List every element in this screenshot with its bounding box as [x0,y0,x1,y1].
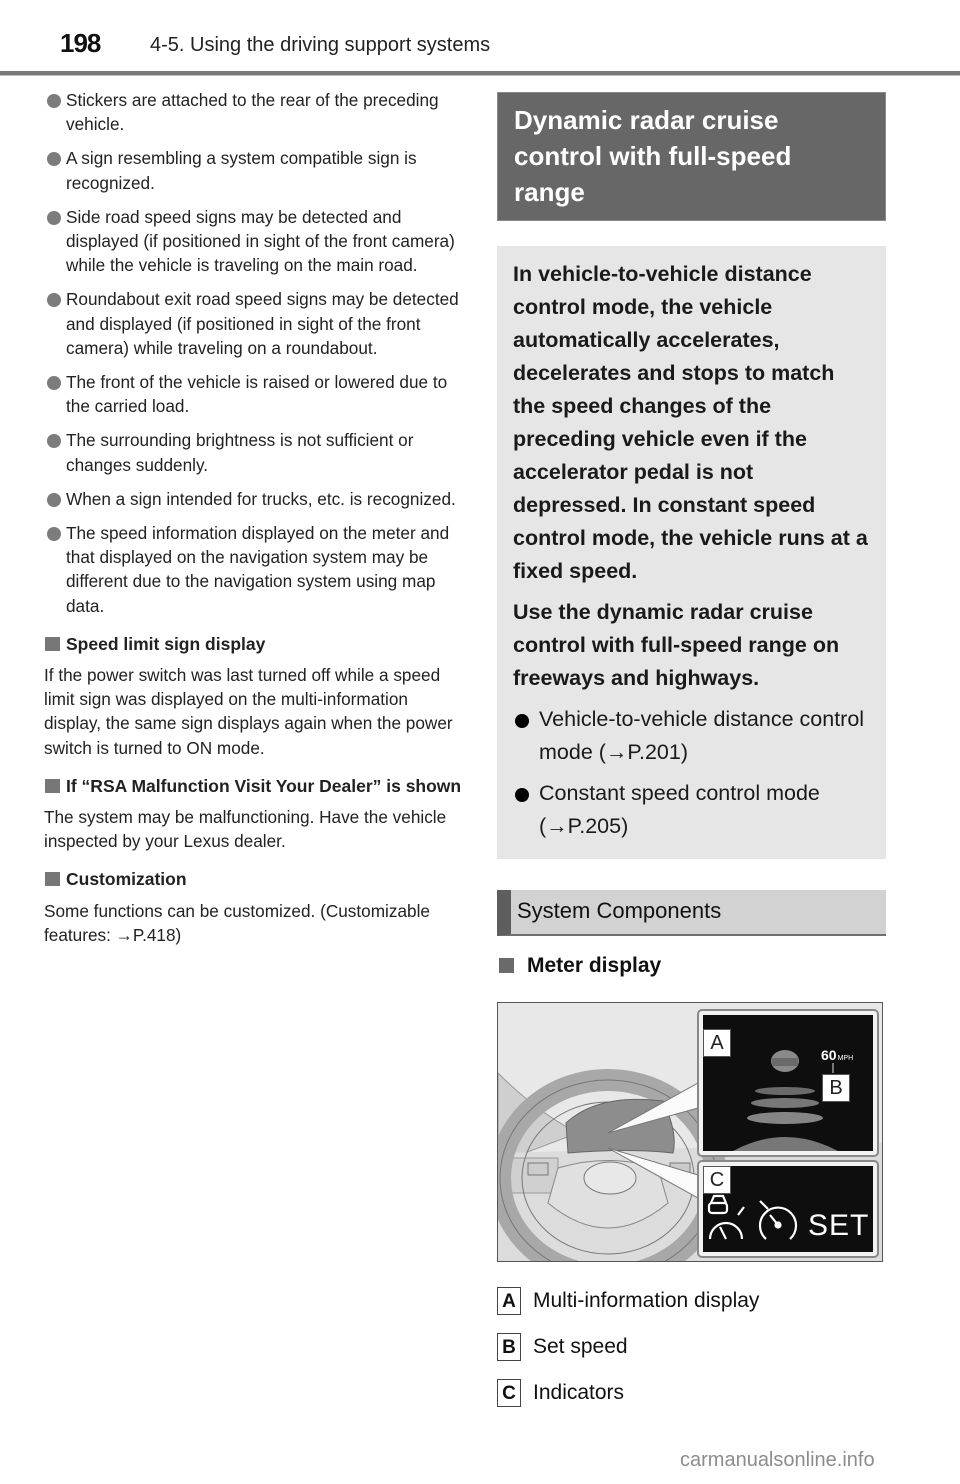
legend-key-b: B [497,1333,521,1361]
bullet-icon [47,152,61,167]
callout-label-b: B [822,1074,850,1102]
section-title: 4-5. Using the driving support systems [150,34,491,56]
bullet-icon [47,434,61,449]
mode-item-constant-speed: Constant speed control mode (→P.205) [513,777,872,843]
intro-paragraph: In vehicle-to-vehicle distance control m… [513,262,868,583]
bullet-icon [47,527,61,542]
legend-item: C Indicators [497,1370,886,1416]
legend-key-a: A [497,1287,521,1315]
list-item: A sign resembling a system compatible si… [44,146,466,194]
bullet-icon [47,376,61,391]
square-bullet-icon [499,958,514,973]
list-item: The surrounding brightness is not suffic… [44,428,466,476]
bullet-icon [515,714,529,728]
bullet-icon [47,210,61,225]
list-item: Stickers are attached to the rear of the… [44,88,466,136]
meter-display-heading: Meter display [497,952,886,980]
legend-key-c: C [497,1379,521,1407]
list-item: The front of the vehicle is raised or lo… [44,370,466,418]
subheading-customization: Customization [44,867,466,891]
callout-label-a: A [703,1029,731,1057]
callout-label-c: C [703,1166,731,1194]
feature-title: Dynamic radar cruise control with full-s… [497,92,886,221]
paragraph: The system may be malfunctioning. Have t… [44,807,447,852]
intro-box: In vehicle-to-vehicle distance control m… [497,246,886,859]
mode-item-distance-control: Vehicle-to-vehicle distance control mode… [513,703,872,769]
usage-paragraph: Use the dynamic radar cruise control wit… [513,600,840,690]
square-bullet-icon [45,636,60,651]
bullet-icon [47,94,61,108]
list-item: When a sign intended for trucks, etc. is… [44,487,466,511]
subheading-speed-limit-sign-display: Speed limit sign display [44,632,466,656]
legend-item: B Set speed [497,1324,886,1370]
paragraph: If the power switch was last turned off … [44,665,453,758]
figure-legend: A Multi-information display B Set speed CI… [497,1278,886,1416]
meter-display-figure: A B C 60MPH SET [497,1002,883,1262]
set-indicator-text: SET [808,1209,870,1242]
legend-item: A Multi-information display [497,1278,886,1324]
right-column: Dynamic radar cruise control with full-s… [497,92,886,1416]
page-number: 198 [60,28,101,58]
set-speed-readout: 60MPH [821,1047,854,1063]
watermark: carmanualsonline.info [680,1449,875,1471]
list-item: The speed information displayed on the m… [44,521,466,618]
subheading-rsa-malfunction: If “RSA Malfunction Visit Your Dealer” i… [44,774,466,798]
paragraph-customization-link: Some functions can be customized. (Custo… [44,900,430,945]
bullet-icon [47,492,61,507]
page-header: 198 4-5. Using the driving support syste… [0,0,960,78]
bullet-icon [47,293,61,308]
list-item: Roundabout exit road speed signs may be … [44,287,466,360]
bullet-icon [515,788,529,802]
steering-emblem [583,1161,637,1195]
system-components-heading: System Components [497,890,886,936]
left-column: Stickers are attached to the rear of the… [44,88,466,955]
list-item: Side road speed signs may be detected an… [44,205,466,278]
square-bullet-icon [45,872,60,887]
square-bullet-icon [45,778,60,793]
header-rule [0,71,960,76]
